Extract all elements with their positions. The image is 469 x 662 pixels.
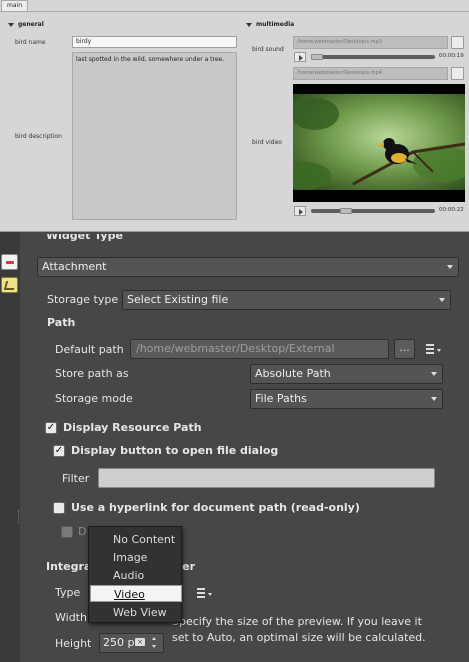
edit-button[interactable]	[1, 277, 18, 293]
storage-mode-combo[interactable]: File Paths	[250, 389, 443, 409]
bird-sound-browse-button[interactable]	[451, 36, 464, 49]
tab-divider	[0, 11, 469, 12]
expression-button[interactable]	[424, 342, 444, 356]
browse-button[interactable]: ...	[394, 339, 415, 359]
viewer-option-web-view[interactable]: Web View	[90, 604, 182, 621]
play-icon	[299, 209, 303, 215]
edit-icon	[3, 281, 17, 290]
bird-video-label: bird video	[252, 139, 282, 146]
bird-video-path-field[interactable]: /home/webmaster/Desktop/s.mp4	[293, 67, 448, 80]
play-icon	[299, 55, 303, 61]
checkmark-icon: ✓	[46, 422, 56, 433]
storage-type-combo[interactable]: Select Existing file	[122, 290, 451, 310]
form-preview-panel: main general bird name birdy last spotte…	[0, 0, 469, 232]
bird-video-browse-button[interactable]	[451, 67, 464, 80]
widget-type-value: Attachment	[42, 260, 107, 273]
remove-button[interactable]	[1, 254, 18, 270]
bird-description-label: bird description	[15, 133, 62, 140]
viewer-option-image[interactable]: Image	[90, 549, 182, 566]
expand-arrow-icon	[8, 22, 14, 27]
general-group-header[interactable]: general	[8, 21, 44, 28]
remove-icon	[6, 261, 14, 264]
width-label: Width	[55, 611, 87, 624]
expand-arrow-icon	[246, 22, 252, 27]
default-path-label: Default path	[55, 343, 124, 356]
preview-size-help-line1: Specify the size of the preview. If you …	[172, 615, 422, 628]
height-label: Height	[55, 637, 92, 650]
expression-icon	[197, 588, 212, 598]
bird-sound-play-button[interactable]	[294, 52, 306, 62]
chevron-down-icon	[447, 265, 453, 269]
bird-video-seek-track[interactable]	[311, 209, 435, 213]
display-button-checkbox[interactable]: ✓	[53, 445, 65, 457]
bird-sound-seek-handle[interactable]	[311, 54, 323, 60]
store-path-as-combo[interactable]: Absolute Path	[250, 364, 443, 384]
widget-type-combo[interactable]: Attachment	[37, 257, 459, 277]
checkmark-icon: ✓	[54, 445, 64, 456]
viewer-option-video-label: Video	[114, 588, 145, 601]
preview-size-help-line2: set to Auto, an optimal size will be cal…	[172, 631, 426, 644]
viewer-type-dropdown-list[interactable]: No Content Image Audio Video Web View	[88, 526, 182, 623]
filter-input[interactable]	[98, 468, 435, 488]
bird-video-frame	[279, 94, 469, 190]
viewer-option-no-content[interactable]: No Content	[90, 531, 182, 548]
storage-mode-value: File Paths	[255, 392, 307, 405]
chevron-down-icon	[431, 372, 437, 376]
bird-sound-label: bird sound	[252, 46, 284, 53]
integrated-viewer-heading-start: Integra	[46, 560, 92, 573]
bird-sound-time: 00:00:19	[439, 53, 464, 59]
clear-field-icon[interactable]: ×	[135, 638, 145, 646]
side-toolbar	[0, 232, 20, 662]
widget-type-heading: Widget Type	[46, 234, 123, 242]
bird-sound-path-field[interactable]: /home/webmaster/Desktop/s.mp3	[293, 36, 448, 49]
display-button-label: Display button to open file dialog	[71, 444, 279, 457]
use-hyperlink-label: Use a hyperlink for document path (read-…	[71, 501, 360, 514]
default-path-input[interactable]: /home/webmaster/Desktop/External	[130, 339, 389, 359]
storage-type-label: Storage type	[47, 293, 119, 306]
disabled-option-label: D	[78, 525, 87, 538]
viewer-type-expression-button[interactable]	[195, 586, 215, 600]
filter-label: Filter	[62, 472, 90, 485]
store-path-as-label: Store path as	[55, 367, 129, 380]
disabled-option-checkbox	[61, 526, 73, 538]
bird-sound-seek-track[interactable]	[311, 55, 435, 59]
bird-description-textarea[interactable]: last spotted in the wild, somewhere unde…	[72, 52, 237, 220]
bird-name-input[interactable]: birdy	[72, 36, 237, 48]
bird-video-time: 00:00:22	[439, 207, 464, 213]
spin-up-icon[interactable]	[152, 637, 156, 640]
viewer-type-label: Type	[55, 586, 81, 599]
chevron-down-icon	[431, 397, 437, 401]
path-heading: Path	[47, 316, 76, 329]
multimedia-group-header[interactable]: multimedia	[246, 21, 294, 28]
bird-name-label: bird name	[15, 39, 46, 46]
storage-type-value: Select Existing file	[127, 293, 229, 306]
expression-icon	[426, 344, 441, 354]
storage-mode-label: Storage mode	[55, 392, 133, 405]
height-value: 250 p	[103, 636, 135, 649]
viewer-option-audio[interactable]: Audio	[90, 567, 182, 584]
bird-video-player[interactable]	[279, 84, 469, 202]
chevron-down-icon	[439, 298, 445, 302]
general-group-title: general	[18, 21, 44, 28]
multimedia-group-title: multimedia	[256, 21, 295, 28]
bird-video-seek-handle[interactable]	[340, 208, 352, 214]
use-hyperlink-checkbox[interactable]	[53, 502, 65, 514]
display-resource-path-checkbox[interactable]: ✓	[45, 422, 57, 434]
bird-video-play-button[interactable]	[294, 206, 306, 216]
viewer-option-video[interactable]: Video	[90, 585, 182, 602]
store-path-as-value: Absolute Path	[255, 367, 331, 380]
display-resource-path-label: Display Resource Path	[63, 421, 202, 434]
tab-main[interactable]: main	[1, 0, 28, 11]
height-spinbox[interactable]: 250 p	[99, 633, 164, 653]
spin-down-icon[interactable]	[152, 645, 156, 648]
